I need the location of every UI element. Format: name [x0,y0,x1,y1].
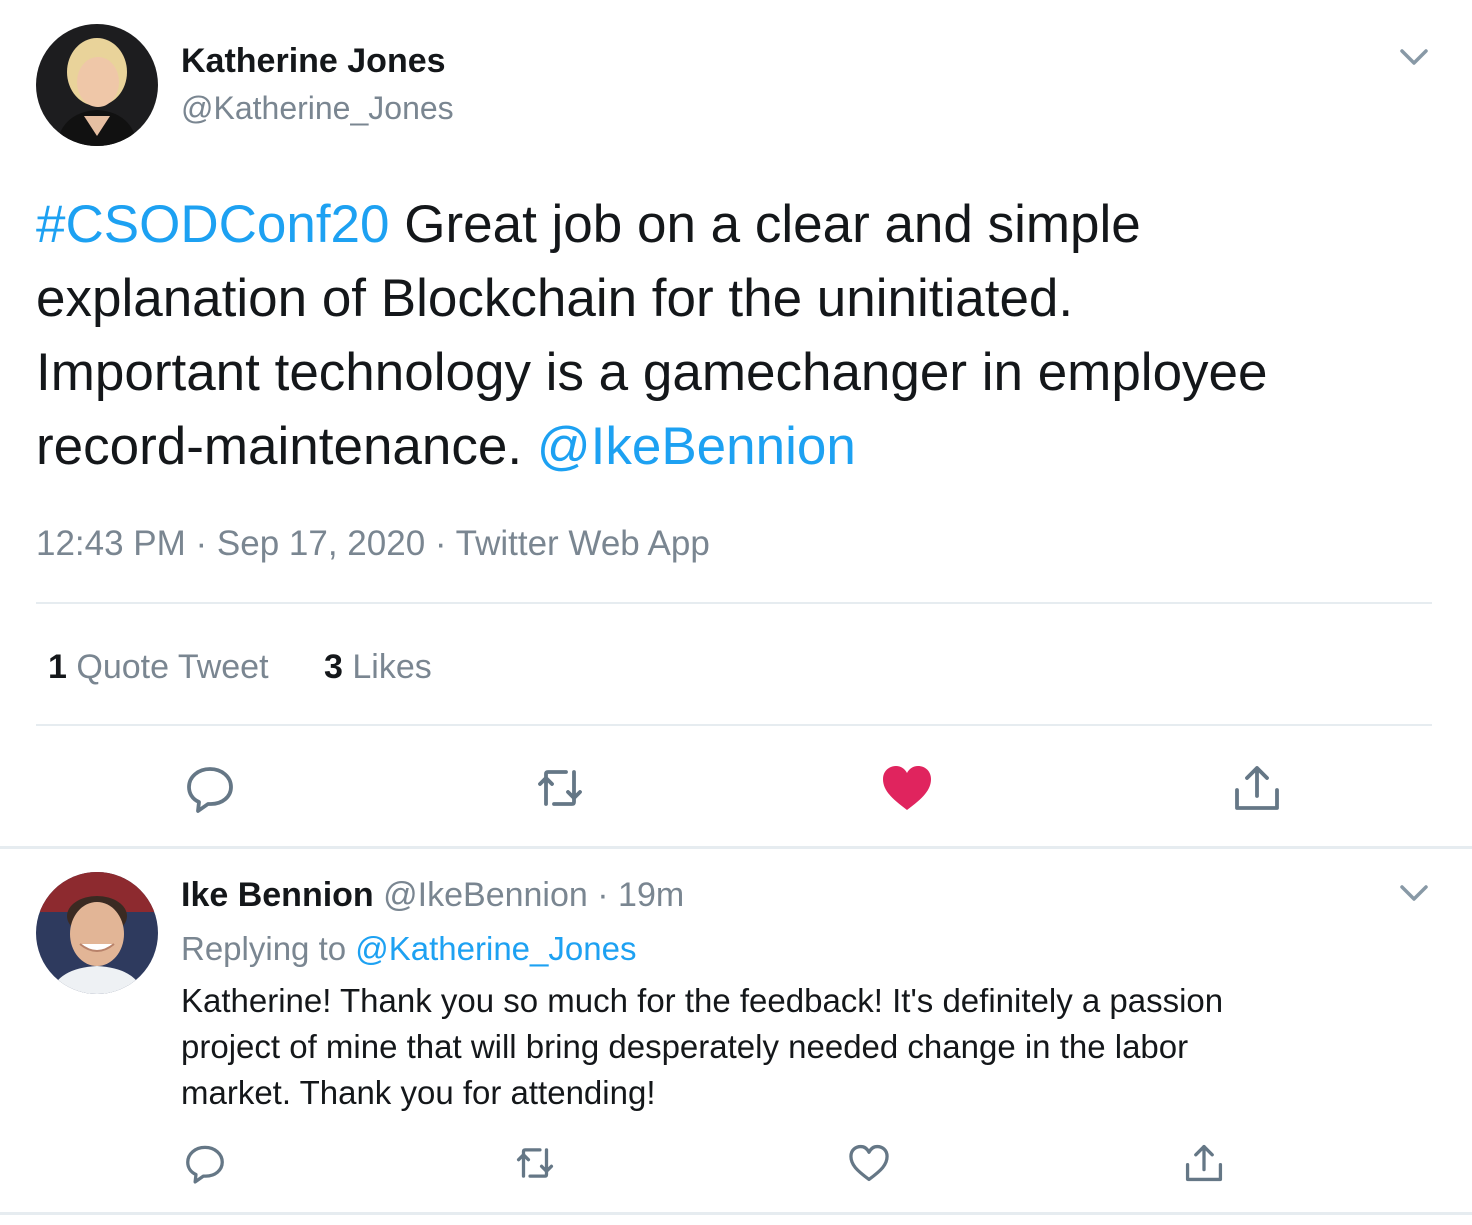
reply-header: Ike Bennion @IkeBennion · 19m [181,876,684,915]
author-avatar[interactable] [36,24,158,146]
divider [36,602,1432,604]
heart-outline-icon[interactable] [846,1140,892,1186]
reply-author-handle[interactable]: @IkeBennion [383,876,588,914]
tweet-timestamp[interactable]: 12:43 PM · Sep 17, 2020 · Twitter Web Ap… [36,524,710,564]
reply-icon[interactable] [182,1140,228,1186]
retweet-icon[interactable] [532,760,588,816]
divider [36,724,1432,726]
reply-text: Katherine! Thank you so much for the fee… [181,978,1223,1116]
tweet-text-line: Important technology is a gamechanger in… [36,343,1268,402]
quote-tweet-stat[interactable]: 1 Quote Tweet [48,648,269,686]
reply-time[interactable]: 19m [618,876,684,914]
reply-icon[interactable] [182,760,238,816]
replying-to: Replying to @Katherine_Jones [181,930,637,967]
tweet-text-line: explanation of Blockchain for the uninit… [36,269,1074,328]
tweet-stats: 1 Quote Tweet 3 Likes [48,648,478,687]
reply-text-line: project of mine that will bring desperat… [181,1028,1189,1065]
replying-to-link[interactable]: @Katherine_Jones [355,930,636,967]
reply-author-name[interactable]: Ike Bennion [181,876,374,914]
reply-text-line: market. Thank you for attending! [181,1074,656,1111]
share-icon[interactable] [1181,1140,1227,1186]
divider [0,1212,1472,1215]
likes-stat[interactable]: 3 Likes [324,648,432,686]
tweet-separator [0,846,1472,849]
author-name[interactable]: Katherine Jones [181,42,446,81]
retweet-icon[interactable] [512,1140,558,1186]
heart-filled-icon[interactable] [879,760,935,816]
reply-author-avatar[interactable] [36,872,158,994]
mention-link[interactable]: @IkeBennion [537,417,856,476]
tweet-text-line: record-maintenance. [36,417,537,476]
separator: · [597,876,609,914]
hashtag-link[interactable]: #CSODConf20 [36,195,390,254]
chevron-down-icon[interactable] [1394,872,1434,912]
tweet-text-line: Great job on a clear and simple [389,195,1141,254]
chevron-down-icon[interactable] [1394,36,1434,76]
reply-text-line: Katherine! Thank you so much for the fee… [181,982,1224,1019]
share-icon[interactable] [1229,760,1285,816]
author-handle[interactable]: @Katherine_Jones [181,90,454,127]
tweet-text: #CSODConf20 Great job on a clear and sim… [36,188,1446,484]
